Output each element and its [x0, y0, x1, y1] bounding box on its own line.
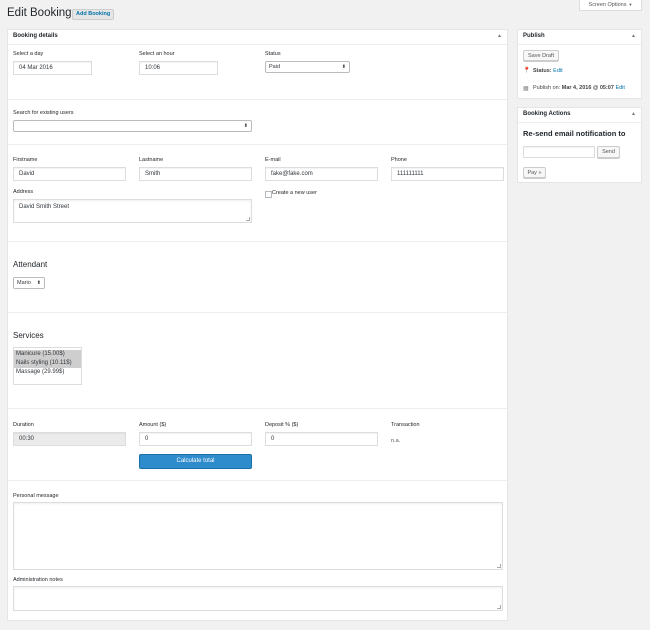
firstname-label: Firstname: [13, 157, 38, 163]
divider: [8, 312, 507, 313]
divider: [8, 99, 507, 100]
updown-arrow-icon: ⬍: [341, 64, 346, 70]
email-input[interactable]: fake@fake.com: [265, 167, 378, 181]
address-value: David Smith Street: [19, 204, 70, 210]
save-draft-button[interactable]: Save Draft: [523, 50, 559, 61]
page-title: Edit Booking: [7, 7, 72, 19]
collapse-toggle-icon[interactable]: ▲: [631, 33, 636, 39]
status-row: Status: Edit: [533, 68, 563, 74]
address-label: Address: [13, 189, 34, 195]
resize-grip-icon[interactable]: [246, 217, 250, 221]
admin-notes-label: Administration notes: [13, 577, 63, 583]
add-booking-button[interactable]: Add Booking: [72, 9, 115, 20]
attendant-heading: Attendant: [13, 260, 48, 269]
publish-header: Publish ▲: [518, 30, 641, 45]
pay-button[interactable]: Pay »: [523, 167, 546, 178]
amount-label: Amount ($): [139, 422, 167, 428]
publish-edit-link[interactable]: Edit: [615, 85, 624, 91]
lastname-label: Lastname: [139, 157, 164, 163]
booking-details-header: Booking details ▲: [8, 30, 507, 45]
screen-options-button[interactable]: Screen Options ▼: [579, 0, 642, 11]
firstname-input[interactable]: David: [13, 167, 126, 181]
phone-label: Phone: [391, 157, 407, 163]
create-user-label: Create a new user: [272, 190, 317, 196]
send-button[interactable]: Send: [597, 146, 620, 158]
resend-email-input[interactable]: [523, 146, 595, 158]
publish-status-label: Status:: [533, 68, 552, 74]
search-users-label: Search for existing users: [13, 110, 74, 116]
resize-grip-icon[interactable]: [497, 605, 501, 609]
status-select[interactable]: Paid ⬍: [265, 61, 350, 73]
caret-down-icon: ▼: [628, 2, 633, 7]
pin-icon: 📍: [523, 68, 531, 74]
resize-grip-icon[interactable]: [497, 564, 501, 568]
updown-arrow-icon: ⬍: [36, 280, 41, 286]
personal-message-textarea[interactable]: [13, 502, 503, 570]
divider: [8, 144, 507, 145]
transaction-label: Transaction: [391, 422, 420, 428]
status-label: Status: [265, 51, 281, 57]
attendant-select[interactable]: Mario ⬍: [13, 277, 45, 289]
collapse-toggle-icon[interactable]: ▲: [631, 111, 636, 117]
amount-input[interactable]: 0: [139, 432, 252, 446]
booking-actions-header: Booking Actions ▲: [518, 108, 641, 123]
service-option[interactable]: Massage (29.99$): [14, 368, 81, 377]
calculate-total-button[interactable]: Calculate total: [139, 454, 252, 469]
email-label: E-mail: [265, 157, 281, 163]
divider: [8, 480, 507, 481]
publish-on-date: Mar 4, 2016 @ 05:07: [561, 85, 614, 91]
duration-label: Duration: [13, 422, 34, 428]
calendar-icon: ▦: [523, 86, 529, 92]
search-users-select[interactable]: ⬍: [13, 120, 252, 132]
services-listbox[interactable]: Manicure (15.00$) Nails styling (10.11$)…: [13, 347, 82, 385]
address-textarea[interactable]: David Smith Street: [13, 199, 252, 223]
resend-heading: Re-send email notification to: [523, 129, 626, 138]
publish-on-row: Publish on: Mar 4, 2016 @ 05:07 Edit: [533, 85, 625, 91]
updown-arrow-icon: ⬍: [243, 123, 248, 129]
collapse-toggle-icon[interactable]: ▲: [497, 33, 502, 39]
status-select-value: Paid: [269, 64, 281, 70]
services-heading: Services: [13, 331, 44, 340]
select-hour-label: Select an hour: [139, 51, 175, 57]
select-day-label: Select a day: [13, 51, 44, 57]
service-option[interactable]: Nails styling (10.11$): [14, 359, 81, 368]
publish-title: Publish: [523, 33, 545, 39]
publish-on-label: Publish on:: [533, 85, 561, 91]
screen-options-label: Screen Options: [588, 2, 627, 8]
admin-notes-textarea[interactable]: [13, 586, 503, 611]
booking-details-title: Booking details: [13, 33, 58, 39]
personal-message-label: Personal message: [13, 493, 59, 499]
create-user-checkbox[interactable]: [265, 191, 272, 198]
select-hour-input[interactable]: 10:06: [139, 61, 218, 75]
lastname-input[interactable]: Smith: [139, 167, 252, 181]
select-day-input[interactable]: 04 Mar 2016: [13, 61, 92, 75]
divider: [8, 408, 507, 409]
deposit-input[interactable]: 0: [265, 432, 378, 446]
transaction-value: n.a.: [391, 438, 401, 444]
status-edit-link[interactable]: Edit: [553, 68, 562, 74]
deposit-label: Deposit % ($): [265, 422, 299, 428]
service-option[interactable]: Manicure (15.00$): [14, 350, 81, 359]
booking-actions-title: Booking Actions: [523, 111, 571, 117]
divider: [8, 241, 507, 242]
phone-input[interactable]: 111111111: [391, 167, 504, 181]
duration-input: 00:30: [13, 432, 126, 446]
attendant-select-value: Mario: [17, 280, 31, 286]
